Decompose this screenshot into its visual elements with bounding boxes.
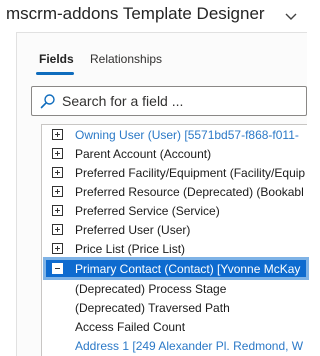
- expand-toggle[interactable]: [52, 129, 63, 140]
- window-title: mscrm-addons Template Designer: [6, 4, 265, 23]
- tree-row-label: Price List (Price List): [75, 242, 186, 256]
- search-icon: [40, 94, 55, 109]
- expand-toggle[interactable]: [52, 167, 63, 178]
- expand-toggle[interactable]: [52, 205, 63, 216]
- tree-row-preferred-user[interactable]: Preferred User (User): [46, 221, 306, 239]
- tree-row-label: Access Failed Count: [75, 320, 186, 334]
- tree-row-label: Preferred User (User): [75, 223, 191, 237]
- tab-relationships[interactable]: Relationships: [90, 52, 162, 66]
- tree-row-process-stage[interactable]: (Deprecated) Process Stage: [46, 280, 306, 298]
- expand-toggle[interactable]: [52, 148, 63, 159]
- tree-row-label: Preferred Resource (Deprecated) (Bookabl: [75, 185, 304, 199]
- active-tab-indicator: [36, 72, 74, 75]
- tree-row-primary-contact[interactable]: Primary Contact (Contact) [Yvonne McKay: [43, 257, 309, 280]
- expand-toggle[interactable]: [52, 224, 63, 235]
- tree-row-label: Owning User (User) [5571bd57-f868-f011-: [75, 128, 299, 142]
- tree-row-label: Address 1 [249 Alexander Pl. Redmond, W: [75, 339, 304, 353]
- tree-row-label: Primary Contact (Contact) [Yvonne McKay: [75, 262, 301, 276]
- collapse-toggle[interactable]: [52, 263, 63, 274]
- search-input[interactable]: [62, 91, 302, 111]
- tree-row-traversed-path[interactable]: (Deprecated) Traversed Path: [46, 299, 306, 317]
- tree-row-preferred-service[interactable]: Preferred Service (Service): [46, 202, 306, 220]
- tree-row-owning-user[interactable]: Owning User (User) [5571bd57-f868-f011-: [46, 126, 306, 144]
- tree-row-label: Parent Account (Account): [75, 147, 212, 161]
- tree-row-parent-account[interactable]: Parent Account (Account): [46, 145, 306, 163]
- expand-toggle[interactable]: [52, 243, 63, 254]
- tree-row-label: (Deprecated) Process Stage: [75, 282, 227, 296]
- tree-row-label: Preferred Service (Service): [75, 204, 220, 218]
- tree-row-label: (Deprecated) Traversed Path: [75, 301, 230, 315]
- chevron-down-icon[interactable]: [283, 8, 299, 24]
- tree-row-access-failed-count[interactable]: Access Failed Count: [46, 318, 306, 336]
- tab-fields[interactable]: Fields: [39, 52, 74, 66]
- tree-row-address-1[interactable]: Address 1 [249 Alexander Pl. Redmond, W: [46, 337, 306, 355]
- expand-toggle[interactable]: [52, 186, 63, 197]
- tree-row-label: Preferred Facility/Equipment (Facility/E…: [75, 166, 306, 180]
- tree-row-price-list[interactable]: Price List (Price List): [46, 240, 306, 258]
- tree-row-preferred-facility[interactable]: Preferred Facility/Equipment (Facility/E…: [46, 164, 306, 182]
- search-box[interactable]: [31, 86, 307, 116]
- tree-row-preferred-resource[interactable]: Preferred Resource (Deprecated) (Bookabl: [46, 183, 306, 201]
